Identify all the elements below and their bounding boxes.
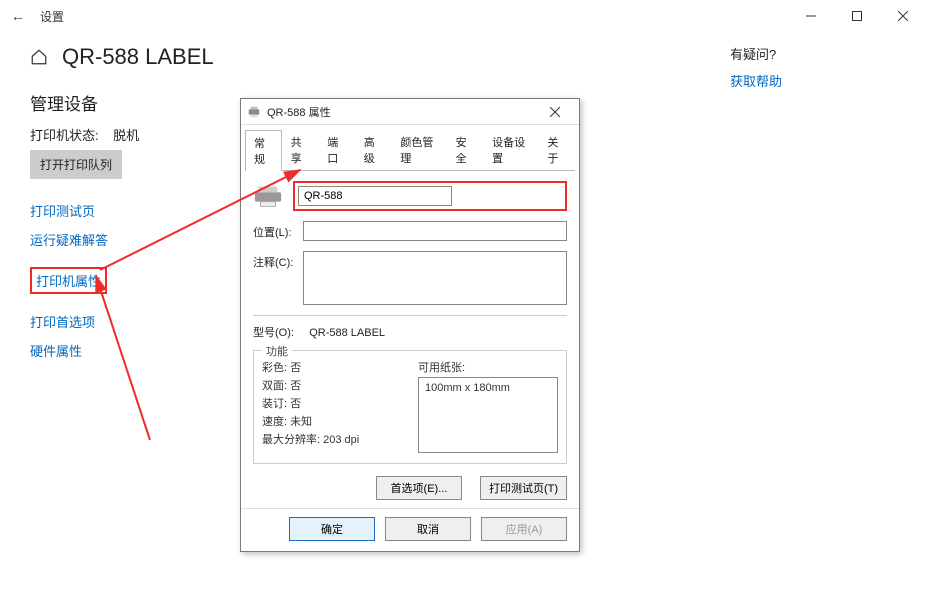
tab-ports[interactable]: 端口 (318, 129, 355, 170)
printer-name-highlight (293, 181, 567, 211)
cap-duplex: 双面: 否 (262, 377, 402, 393)
printer-properties-dialog: QR-588 属性 常规 共享 端口 高级 颜色管理 安全 设备设置 关于 位置… (240, 98, 580, 552)
close-button[interactable] (880, 0, 926, 32)
dialog-tabs: 常规 共享 端口 高级 颜色管理 安全 设备设置 关于 (245, 129, 575, 171)
ok-button[interactable]: 确定 (289, 517, 375, 541)
cancel-button[interactable]: 取消 (385, 517, 471, 541)
tab-security[interactable]: 安全 (447, 129, 484, 170)
minimize-button[interactable] (788, 0, 834, 32)
capabilities-legend: 功能 (262, 343, 292, 359)
aside-help-link[interactable]: 获取帮助 (730, 71, 782, 90)
test-page-button[interactable]: 打印测试页(T) (480, 476, 567, 500)
printer-name-input[interactable] (298, 186, 452, 206)
capabilities-group: 功能 彩色: 否 双面: 否 装订: 否 速度: 未知 最大分辨率: 203 d… (253, 350, 567, 464)
dialog-footer: 确定 取消 应用(A) (241, 508, 579, 551)
page-title: QR-588 LABEL (62, 44, 214, 70)
tab-general[interactable]: 常规 (245, 130, 282, 171)
model-row: 型号(O): QR-588 LABEL (253, 324, 567, 340)
aside-question: 有疑问? (730, 44, 782, 63)
model-value: QR-588 LABEL (309, 327, 385, 339)
location-label: 位置(L): (253, 221, 303, 240)
comment-input[interactable] (303, 251, 567, 305)
app-title: 设置 (40, 8, 64, 25)
home-icon (30, 48, 48, 66)
link-printer-properties[interactable]: 打印机属性 (30, 267, 107, 294)
tab-advanced[interactable]: 高级 (355, 129, 392, 170)
paper-list[interactable]: 100mm x 180mm (418, 377, 558, 453)
open-queue-button[interactable]: 打开打印队列 (30, 150, 122, 179)
tab-color[interactable]: 颜色管理 (391, 129, 446, 170)
preferences-button[interactable]: 首选项(E)... (376, 476, 462, 500)
dialog-close-button[interactable] (537, 101, 573, 123)
paper-legend: 可用纸张: (418, 359, 558, 375)
comment-label: 注释(C): (253, 251, 303, 270)
aside-panel: 有疑问? 获取帮助 (730, 44, 782, 370)
tab-sharing[interactable]: 共享 (282, 129, 319, 170)
model-label: 型号(O): (253, 327, 294, 339)
cap-color: 彩色: 否 (262, 359, 402, 375)
printer-large-icon (253, 184, 283, 208)
back-button[interactable]: ← (8, 8, 28, 24)
cap-staple: 装订: 否 (262, 395, 402, 411)
tab-about[interactable]: 关于 (538, 129, 575, 170)
location-input[interactable] (303, 221, 567, 241)
window-controls (788, 0, 926, 32)
printer-icon (247, 105, 261, 119)
apply-button[interactable]: 应用(A) (481, 517, 567, 541)
dialog-title: QR-588 属性 (267, 104, 331, 120)
tab-device[interactable]: 设备设置 (483, 129, 538, 170)
maximize-button[interactable] (834, 0, 880, 32)
dialog-titlebar: QR-588 属性 (241, 99, 579, 125)
cap-speed: 速度: 未知 (262, 413, 402, 429)
divider (253, 315, 567, 316)
status-value: 脱机 (113, 128, 139, 143)
paper-item: 100mm x 180mm (425, 382, 551, 394)
status-label: 打印机状态: (30, 128, 99, 143)
cap-maxres: 最大分辨率: 203 dpi (262, 431, 402, 447)
